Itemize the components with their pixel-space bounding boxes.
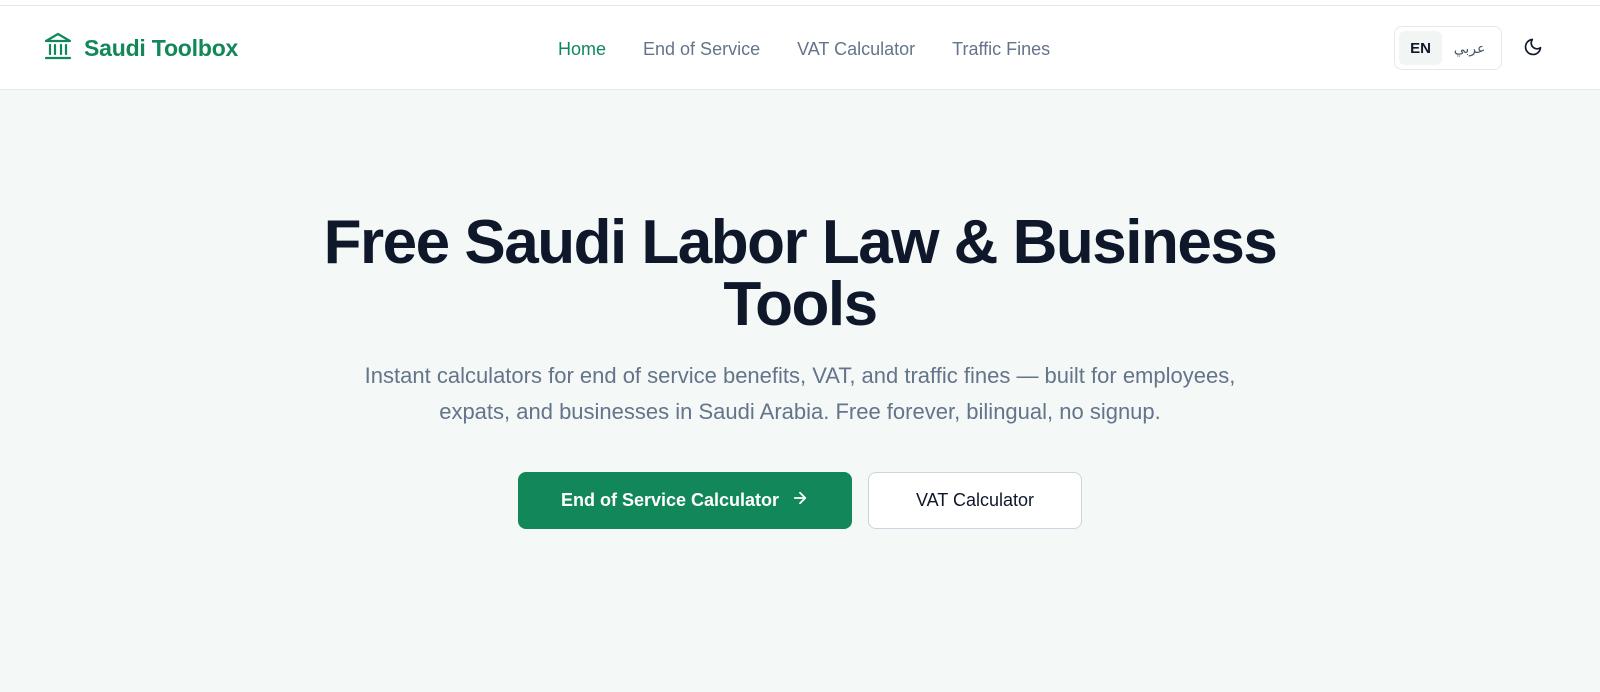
nav-item-home[interactable]: Home	[558, 39, 606, 60]
nav-item-end-of-service[interactable]: End of Service	[643, 39, 760, 60]
hero-title: Free Saudi Labor Law & Business Tools	[323, 208, 1278, 339]
nav-item-vat-calculator[interactable]: VAT Calculator	[797, 39, 915, 60]
arrow-right-icon	[791, 489, 809, 512]
bank-icon	[44, 31, 72, 66]
end-of-service-calculator-button[interactable]: End of Service Calculator	[518, 472, 852, 529]
nav-item-traffic-fines[interactable]: Traffic Fines	[952, 39, 1050, 60]
main-nav: Home End of Service VAT Calculator Traff…	[558, 36, 1050, 62]
theme-toggle-button[interactable]	[1520, 36, 1546, 62]
site-header: Saudi Toolbox Home End of Service VAT Ca…	[0, 6, 1600, 90]
language-option-ar[interactable]: عربي	[1442, 31, 1497, 65]
hero-section: Free Saudi Labor Law & Business Tools In…	[0, 90, 1600, 529]
brand-logo-link[interactable]: Saudi Toolbox	[44, 30, 238, 66]
language-option-en[interactable]: EN	[1399, 31, 1443, 65]
secondary-button-label: VAT Calculator	[915, 490, 1035, 510]
moon-icon	[1523, 37, 1543, 62]
hero-actions: End of Service Calculator VAT Calculator	[0, 472, 1600, 529]
vat-calculator-button[interactable]: VAT Calculator	[868, 472, 1082, 529]
brand-name: Saudi Toolbox	[84, 34, 239, 61]
primary-button-label: End of Service Calculator	[560, 490, 780, 510]
hero-subtitle: Instant calculators for end of service b…	[364, 363, 1236, 424]
language-switcher: EN عربي	[1394, 26, 1502, 70]
